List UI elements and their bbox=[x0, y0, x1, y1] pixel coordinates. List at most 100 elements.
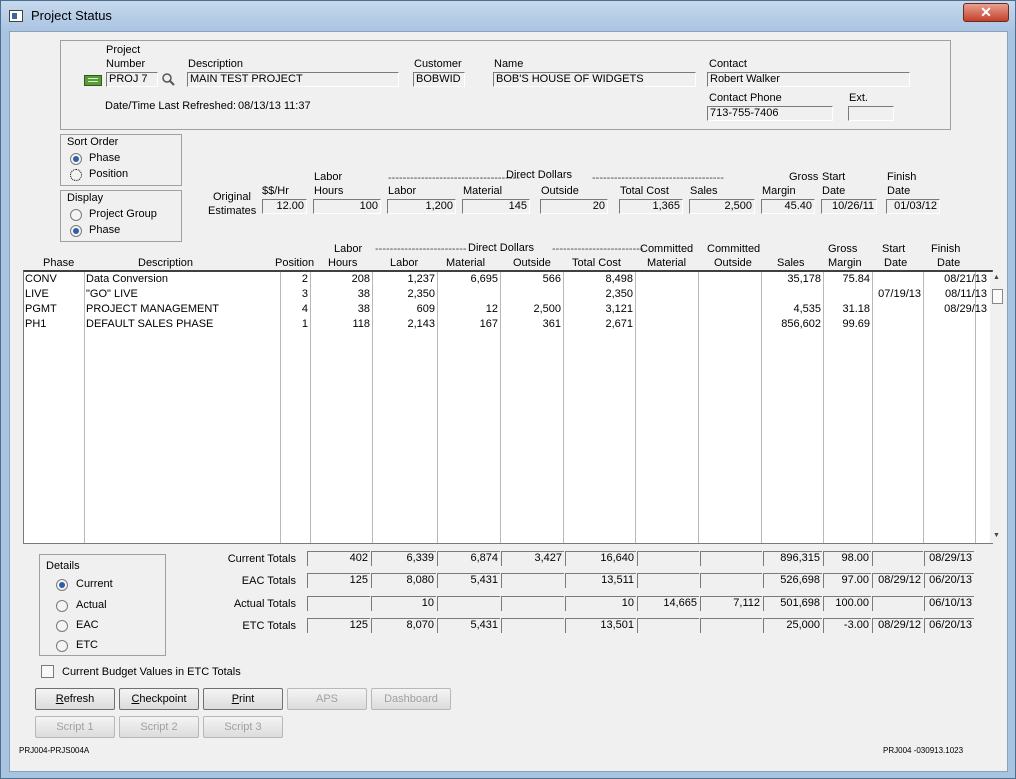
grid-hdr-direct-dollars: Direct Dollars bbox=[468, 242, 535, 254]
contact-field[interactable]: Robert Walker bbox=[707, 72, 910, 87]
grid-hdr-finish-2: Date bbox=[937, 257, 961, 269]
totals-cell-outside bbox=[501, 618, 564, 633]
est-finish-date-field: 01/03/12 bbox=[886, 199, 940, 214]
est-gross-label-2: Margin bbox=[762, 185, 796, 197]
refreshed-label: Date/Time Last Refreshed: bbox=[105, 100, 237, 112]
totals-cell-committed-material: 14,665 bbox=[637, 596, 699, 611]
est-material-field: 145 bbox=[462, 199, 530, 214]
totals-cell-labor-hours: 125 bbox=[307, 618, 370, 633]
display-phase-radio[interactable] bbox=[70, 225, 82, 237]
est-rate-field: 12.00 bbox=[262, 199, 307, 214]
cell-labor: 2,143 bbox=[407, 318, 435, 330]
totals-cell-total-cost: 13,501 bbox=[565, 618, 636, 633]
grid-hdr-material: Material bbox=[446, 257, 486, 269]
display-project-group-label: Project Group bbox=[89, 208, 157, 220]
refresh-button[interactable]: Refresh bbox=[35, 688, 115, 710]
budget-values-checkbox[interactable] bbox=[41, 665, 54, 678]
totals-cell-labor-hours bbox=[307, 596, 370, 611]
est-dash-right: ------------------------------------ bbox=[592, 172, 724, 184]
est-gross-margin-field: 45.40 bbox=[761, 199, 815, 214]
grid-hdr-start-1: Start bbox=[882, 243, 906, 255]
dashboard-button[interactable]: Dashboard bbox=[371, 688, 451, 710]
totals-row-label: ETC Totals bbox=[242, 620, 296, 632]
cell-outside: 2,500 bbox=[533, 303, 561, 315]
totals-cell-material: 5,431 bbox=[437, 573, 500, 588]
project-number-label-2: Number bbox=[106, 58, 146, 70]
contact-phone-label: Contact Phone bbox=[709, 92, 782, 104]
customer-field[interactable]: BOBWID bbox=[413, 72, 465, 87]
grid-hdr-description: Description bbox=[138, 257, 194, 269]
cell-finish-date: 08/11/13 bbox=[944, 288, 987, 300]
totals-cell-material: 5,431 bbox=[437, 618, 500, 633]
grid-hdr-total-cost: Total Cost bbox=[572, 257, 621, 269]
name-field[interactable]: BOB'S HOUSE OF WIDGETS bbox=[493, 72, 696, 87]
cell-description: DEFAULT SALES PHASE bbox=[86, 318, 214, 330]
grid-scrollbar[interactable]: ▲ ▼ bbox=[990, 272, 1006, 543]
table-row[interactable]: LIVE "GO" LIVE 3 38 2,350 2,350 07/19/13 08/11/… bbox=[24, 288, 990, 303]
cell-labor-hours: 118 bbox=[352, 318, 370, 330]
est-outside-field: 20 bbox=[540, 199, 608, 214]
cell-labor: 2,350 bbox=[407, 288, 435, 300]
customer-label: Customer bbox=[414, 58, 462, 70]
est-sales-label: Sales bbox=[690, 185, 718, 197]
est-dash-left: ------------------------------------ bbox=[388, 172, 520, 184]
ext-label: Ext. bbox=[849, 92, 868, 104]
sort-position-radio[interactable] bbox=[70, 169, 82, 181]
est-material-label: Material bbox=[463, 185, 503, 197]
display-project-group-radio[interactable] bbox=[70, 209, 82, 221]
totals-cell-gross-margin: 98.00 bbox=[823, 551, 871, 566]
cell-outside: 566 bbox=[542, 273, 561, 285]
table-row[interactable]: PGMT PROJECT MANAGEMENT 4 38 609 12 2,500 3,121… bbox=[24, 303, 990, 318]
details-eac-radio[interactable] bbox=[56, 620, 68, 632]
totals-row-label: Current Totals bbox=[227, 553, 296, 565]
table-row[interactable]: CONV Data Conversion 2 208 1,237 6,695 566 8,49… bbox=[24, 273, 990, 288]
title-bar: Project Status ✕ bbox=[1, 1, 1015, 31]
details-current-radio[interactable] bbox=[56, 579, 68, 591]
totals-cell-sales: 501,698 bbox=[763, 596, 822, 611]
totals-cell-sales: 896,315 bbox=[763, 551, 822, 566]
cell-position: 4 bbox=[301, 303, 308, 315]
cell-labor: 1,237 bbox=[407, 273, 435, 285]
sort-position-label: Position bbox=[89, 168, 129, 180]
sort-phase-radio[interactable] bbox=[70, 153, 82, 165]
cell-labor-hours: 38 bbox=[357, 303, 370, 315]
script1-button[interactable]: Script 1 bbox=[35, 716, 115, 738]
totals-cell-committed-material bbox=[637, 551, 699, 566]
details-current-label: Current bbox=[76, 578, 113, 590]
totals-cell-finish-date: 06/20/13 bbox=[924, 573, 974, 588]
close-button[interactable]: ✕ bbox=[963, 3, 1009, 22]
print-button[interactable]: Print bbox=[203, 688, 283, 710]
contact-phone-field[interactable]: 713-755-7406 bbox=[707, 106, 833, 121]
table-row[interactable]: PH1 DEFAULT SALES PHASE 1 118 2,143 167 361 2,6… bbox=[24, 318, 990, 333]
scroll-thumb[interactable] bbox=[992, 289, 1003, 304]
totals-cell-sales: 25,000 bbox=[763, 618, 822, 633]
cell-description: PROJECT MANAGEMENT bbox=[86, 303, 220, 315]
description-label: Description bbox=[188, 58, 244, 70]
script3-button[interactable]: Script 3 bbox=[203, 716, 283, 738]
sort-order-title: Sort Order bbox=[67, 136, 119, 148]
est-start-label-1: Start bbox=[822, 171, 846, 183]
checkpoint-button[interactable]: Checkpoint bbox=[119, 688, 199, 710]
window-title: Project Status bbox=[31, 8, 112, 23]
est-rate-label: $$/Hr bbox=[262, 185, 289, 197]
scroll-down-icon[interactable]: ▼ bbox=[993, 532, 1000, 539]
project-number-field[interactable]: PROJ 7 bbox=[106, 72, 158, 87]
est-start-date-field: 10/26/11 bbox=[821, 199, 877, 214]
cell-description: Data Conversion bbox=[86, 273, 168, 285]
magnifier-icon[interactable] bbox=[161, 72, 175, 86]
details-etc-radio[interactable] bbox=[56, 640, 68, 652]
grid-hdr-labor-hours-1: Labor bbox=[334, 243, 363, 255]
totals-cell-outside: 3,427 bbox=[501, 551, 564, 566]
script2-button[interactable]: Script 2 bbox=[119, 716, 199, 738]
ext-field[interactable] bbox=[848, 106, 894, 121]
cell-gross-margin: 31.18 bbox=[842, 303, 870, 315]
totals-cell-committed-outside bbox=[700, 551, 762, 566]
description-field[interactable]: MAIN TEST PROJECT bbox=[187, 72, 399, 87]
phase-grid[interactable]: CONV Data Conversion 2 208 1,237 6,695 566 8,49… bbox=[23, 270, 1006, 544]
scroll-up-icon[interactable]: ▲ bbox=[993, 274, 1000, 281]
cell-position: 1 bbox=[301, 318, 308, 330]
display-phase-label: Phase bbox=[89, 224, 121, 236]
details-actual-radio[interactable] bbox=[56, 600, 68, 612]
aps-button[interactable]: APS bbox=[287, 688, 367, 710]
totals-cell-committed-material bbox=[637, 573, 699, 588]
